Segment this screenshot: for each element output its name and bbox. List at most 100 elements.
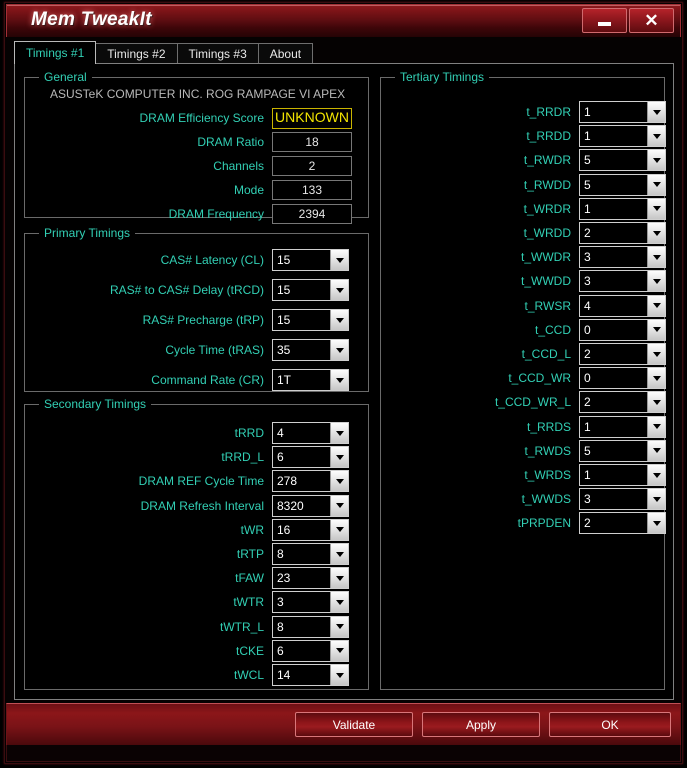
chevron-down-icon[interactable] <box>330 592 348 613</box>
timing-combobox-trrd-l[interactable]: 6 <box>272 446 349 469</box>
timing-combobox-t-rwds[interactable]: 5 <box>579 439 666 462</box>
chevron-down-icon[interactable] <box>647 247 665 268</box>
chevron-down-icon[interactable] <box>647 416 665 437</box>
timing-combobox-t-wwdd[interactable]: 3 <box>579 270 666 293</box>
chevron-down-icon[interactable] <box>647 174 665 195</box>
timing-combobox-twtr[interactable]: 3 <box>272 591 349 614</box>
timing-label: tWTR_L <box>219 619 264 634</box>
timing-combobox-dram-ref-cycle-time[interactable]: 278 <box>272 470 349 493</box>
chevron-down-icon[interactable] <box>647 489 665 510</box>
tab-timings-1[interactable]: Timings #1 <box>14 41 97 64</box>
general-value-channels: 2 <box>272 156 352 176</box>
chevron-down-icon[interactable] <box>330 616 348 637</box>
chevron-down-icon[interactable] <box>330 471 348 492</box>
chevron-down-icon[interactable] <box>647 102 665 122</box>
timing-combobox-cas-latency-cl[interactable]: 15 <box>272 249 349 271</box>
chevron-down-icon[interactable] <box>647 295 665 316</box>
timing-row: t_WRDR 1 <box>381 197 666 221</box>
chevron-down-icon[interactable] <box>647 368 665 389</box>
ok-button[interactable]: OK <box>549 712 671 737</box>
timing-combobox-dram-refresh-interval[interactable]: 8320 <box>272 494 349 517</box>
timing-combobox-ras-precharge-trp[interactable]: 15 <box>272 309 349 331</box>
timing-row: Cycle Time (tRAS) 35 <box>25 338 349 362</box>
timing-combobox-twcl[interactable]: 14 <box>272 664 349 686</box>
chevron-down-icon[interactable] <box>647 465 665 485</box>
chevron-down-icon[interactable] <box>647 150 665 171</box>
timing-combobox-twtr-l[interactable]: 8 <box>272 615 349 638</box>
chevron-down-icon[interactable] <box>647 271 665 292</box>
chevron-down-icon[interactable] <box>647 440 665 461</box>
general-value-dram-frequency: 2394 <box>272 204 352 224</box>
chevron-down-icon[interactable] <box>330 665 348 685</box>
chevron-down-icon[interactable] <box>647 126 665 147</box>
timing-combobox-trrd[interactable]: 4 <box>272 422 349 444</box>
timing-combobox-trtp[interactable]: 8 <box>272 543 349 565</box>
combobox-value: 6 <box>277 450 284 465</box>
timing-combobox-t-rrdd[interactable]: 1 <box>579 125 666 148</box>
chevron-down-icon[interactable] <box>330 447 348 468</box>
timing-label: tWTR <box>233 595 264 610</box>
timing-combobox-t-rwsr[interactable]: 4 <box>579 294 666 317</box>
apply-button[interactable]: Apply <box>422 712 540 737</box>
timing-combobox-t-wrds[interactable]: 1 <box>579 464 666 486</box>
group-general-title: General <box>39 70 92 84</box>
timing-row: tWTR_L 8 <box>25 615 349 639</box>
timing-combobox-t-ccd-wr-l[interactable]: 2 <box>579 391 666 414</box>
minimize-button[interactable] <box>582 8 627 33</box>
timing-combobox-t-rrds[interactable]: 1 <box>579 415 666 438</box>
chevron-down-icon[interactable] <box>647 223 665 243</box>
tab-timings-3[interactable]: Timings #3 <box>176 43 259 64</box>
chevron-down-icon[interactable] <box>647 198 665 219</box>
timing-combobox-t-rrdr[interactable]: 1 <box>579 101 666 123</box>
timing-row: tRRD 4 <box>25 421 349 445</box>
timing-combobox-t-ccd-wr[interactable]: 0 <box>579 367 666 390</box>
timing-combobox-t-wrdd[interactable]: 2 <box>579 222 666 244</box>
timing-combobox-tcke[interactable]: 6 <box>272 639 349 662</box>
chevron-down-icon[interactable] <box>330 519 348 540</box>
timing-combobox-t-wwdr[interactable]: 3 <box>579 246 666 269</box>
timing-combobox-tfaw[interactable]: 23 <box>272 567 349 590</box>
timing-label: DRAM Refresh Interval <box>140 498 264 513</box>
timing-combobox-command-rate-cr[interactable]: 1T <box>272 369 349 391</box>
timing-combobox-cycle-time-tras[interactable]: 35 <box>272 339 349 361</box>
timing-label: tRRD_L <box>221 450 264 465</box>
timing-combobox-ras-to-cas-delay-trcd[interactable]: 15 <box>272 279 349 301</box>
chevron-down-icon[interactable] <box>330 370 348 390</box>
timing-combobox-t-ccd[interactable]: 0 <box>579 318 666 341</box>
combobox-value: 3 <box>584 250 591 265</box>
validate-button[interactable]: Validate <box>295 712 413 737</box>
combobox-value: 2 <box>584 347 591 361</box>
timing-row: DRAM Refresh Interval 8320 <box>25 494 349 518</box>
timing-combobox-t-wrdr[interactable]: 1 <box>579 197 666 220</box>
chevron-down-icon[interactable] <box>647 344 665 364</box>
chevron-down-icon[interactable] <box>330 340 348 360</box>
timing-label: t_RRDS <box>526 419 571 434</box>
chevron-down-icon[interactable] <box>330 310 348 330</box>
tab-about[interactable]: About <box>257 43 314 64</box>
timing-row: tWCL 14 <box>25 663 349 687</box>
minimize-icon <box>598 22 611 26</box>
chevron-down-icon[interactable] <box>330 544 348 564</box>
timing-combobox-t-ccd-l[interactable]: 2 <box>579 343 666 365</box>
title-bar: Mem TweakIt ✕ <box>6 4 681 37</box>
chevron-down-icon[interactable] <box>330 250 348 270</box>
timing-combobox-twr[interactable]: 16 <box>272 518 349 541</box>
close-button[interactable]: ✕ <box>629 8 674 33</box>
tab-timings-2[interactable]: Timings #2 <box>95 43 178 64</box>
chevron-down-icon[interactable] <box>647 513 665 534</box>
timing-combobox-t-rwdr[interactable]: 5 <box>579 149 666 172</box>
timing-combobox-t-rwdd[interactable]: 5 <box>579 173 666 196</box>
timing-combobox-t-wwds[interactable]: 3 <box>579 488 666 511</box>
motherboard-vendor-text: ASUSTeK COMPUTER INC. ROG RAMPAGE VI APE… <box>50 87 346 101</box>
chevron-down-icon[interactable] <box>330 568 348 589</box>
chevron-down-icon[interactable] <box>330 423 348 443</box>
combobox-value: 35 <box>277 343 291 357</box>
chevron-down-icon[interactable] <box>647 392 665 413</box>
chevron-down-icon[interactable] <box>330 280 348 300</box>
tab-strip: Timings #1 Timings #2 Timings #3 About <box>14 41 674 64</box>
chevron-down-icon[interactable] <box>647 319 665 340</box>
general-value-mode: 133 <box>272 180 352 200</box>
chevron-down-icon[interactable] <box>330 495 348 516</box>
chevron-down-icon[interactable] <box>330 640 348 661</box>
timing-combobox-tprpden[interactable]: 2 <box>579 512 666 535</box>
